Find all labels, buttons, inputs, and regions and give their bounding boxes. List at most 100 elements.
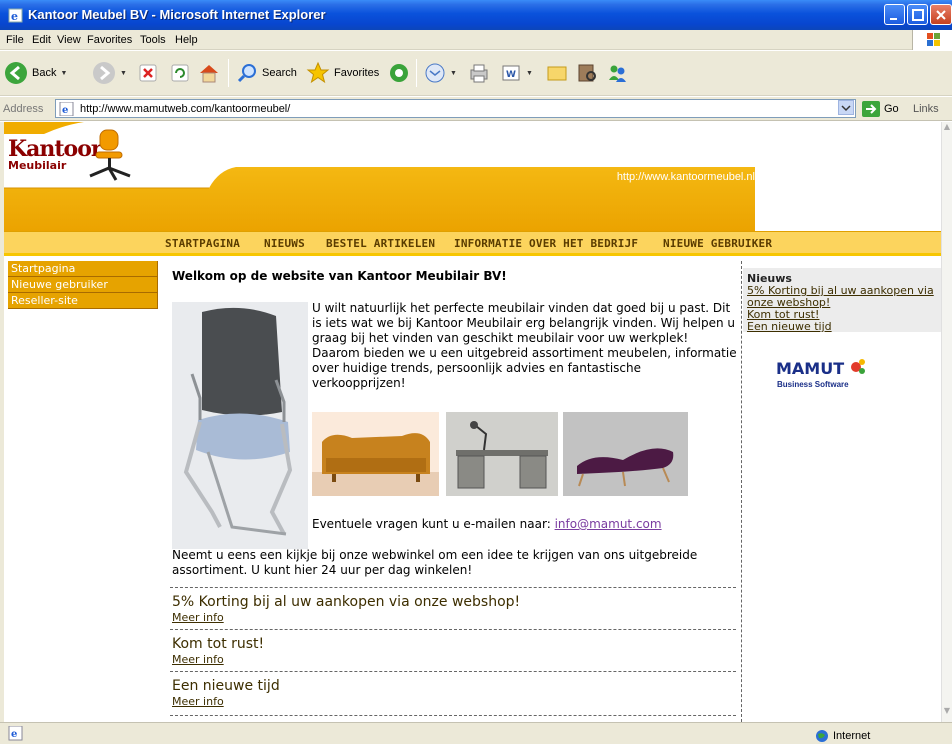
desk-photo — [446, 412, 558, 496]
refresh-icon — [171, 64, 189, 82]
research-button[interactable] — [576, 57, 598, 89]
menu-edit[interactable]: Edit — [32, 34, 51, 46]
address-input[interactable]: e http://www.mamutweb.com/kantoormeubel/ — [55, 99, 856, 118]
windows-logo — [912, 30, 952, 50]
messenger-button[interactable] — [606, 57, 628, 89]
back-button[interactable]: Back ▼ — [4, 57, 67, 89]
nav-nieuws[interactable]: NIEUWS — [264, 237, 305, 250]
meer-info-link[interactable]: Meer info — [172, 653, 736, 666]
top-navigation: STARTPAGINA NIEUWS BESTEL ARTIKELEN INFO… — [4, 231, 941, 256]
menu-favorites[interactable]: Favorites — [87, 34, 132, 46]
print-button[interactable] — [468, 57, 490, 89]
menu-tools[interactable]: Tools — [140, 34, 166, 46]
ie-page-icon: e — [59, 102, 74, 116]
email-prefix: Eventuele vragen kunt u e-mailen naar: — [312, 517, 551, 531]
close-icon — [936, 10, 946, 20]
menu-help[interactable]: Help — [175, 34, 198, 46]
menu-file[interactable]: File — [6, 34, 24, 46]
go-button[interactable]: Go — [862, 101, 899, 117]
toolbar-separator — [416, 59, 417, 87]
sidebar-item-nieuwe-gebruiker[interactable]: Nieuwe gebruiker — [8, 277, 158, 293]
svg-text:e: e — [11, 10, 18, 23]
ie-page-icon: e — [8, 8, 23, 23]
intro-text: U wilt natuurlijk het perfecte meubilair… — [312, 301, 737, 390]
news-title: 5% Korting bij al uw aankopen via onze w… — [172, 594, 521, 610]
scroll-up-icon[interactable]: ▲ — [942, 122, 952, 138]
scroll-down-icon[interactable]: ▼ — [942, 706, 952, 722]
minimize-icon — [890, 18, 897, 20]
links-button[interactable]: Links — [913, 103, 939, 115]
news-sidebar-box: Nieuws 5% Korting bij al uw aankopen via… — [743, 268, 941, 333]
email-link[interactable]: info@mamut.com — [555, 517, 662, 531]
news-item: 5% Korting bij al uw aankopen via onze w… — [170, 587, 736, 624]
search-button[interactable]: Search — [236, 57, 297, 89]
window-title: Kantoor Meubel BV - Microsoft Internet E… — [28, 7, 326, 22]
banner-url: http://www.kantoormeubel.nl — [616, 171, 755, 183]
sofa-photo — [312, 412, 439, 496]
edit-button[interactable]: W ▼ — [500, 57, 533, 89]
minimize-button[interactable] — [884, 4, 905, 25]
sidebar-item-reseller-site[interactable]: Reseller-site — [8, 293, 158, 309]
news-title: Een nieuwe tijd — [172, 678, 280, 694]
window-titlebar[interactable]: e Kantoor Meubel BV - Microsoft Internet… — [0, 0, 952, 30]
page-title: Welkom op de website van Kantoor Meubila… — [172, 269, 507, 283]
news-item: Kom tot rust! Meer info — [170, 629, 736, 666]
mamut-subtitle: Business Software — [777, 380, 849, 389]
vertical-scrollbar[interactable]: ▲ ▼ — [941, 122, 952, 722]
maximize-icon — [912, 9, 924, 21]
menu-view[interactable]: View — [57, 34, 81, 46]
nav-startpagina[interactable]: STARTPAGINA — [165, 237, 240, 250]
back-arrow-icon — [5, 62, 27, 84]
nav-bestel-artikelen[interactable]: BESTEL ARTIKELEN — [326, 237, 435, 250]
chevron-down-icon: ▼ — [526, 69, 533, 77]
refresh-button[interactable] — [170, 57, 190, 89]
nav-nieuwe-gebruiker[interactable]: NIEUWE GEBRUIKER — [663, 237, 772, 250]
nav-informatie[interactable]: INFORMATIE OVER HET BEDRIJF — [454, 237, 638, 250]
chevron-down-icon: ▼ — [60, 69, 68, 77]
logo-swoosh — [4, 122, 84, 134]
svg-text:e: e — [11, 729, 17, 740]
messenger-icon — [609, 65, 626, 82]
meer-info-link[interactable]: Meer info — [172, 611, 736, 624]
media-button[interactable] — [388, 57, 410, 89]
discuss-button[interactable] — [546, 57, 568, 89]
toolbar-separator — [228, 59, 229, 87]
meer-info-link[interactable]: Meer info — [172, 695, 736, 708]
address-dropdown-button[interactable] — [838, 100, 854, 115]
svg-text:e: e — [62, 105, 68, 116]
favorites-button[interactable]: Favorites — [306, 57, 379, 89]
forward-button[interactable]: ▼ — [92, 57, 127, 89]
chaise-longue-photo — [563, 412, 688, 496]
news-sidebar-link[interactable]: 5% Korting bij al uw aankopen via onze w… — [747, 285, 937, 309]
stop-icon — [139, 64, 157, 82]
news-sidebar-link[interactable]: Een nieuwe tijd — [747, 321, 937, 333]
go-arrow-icon — [862, 101, 880, 117]
favorites-star-icon — [306, 61, 330, 84]
windows-flag-icon — [927, 33, 940, 46]
address-url: http://www.mamutweb.com/kantoormeubel/ — [80, 103, 291, 115]
email-line: Eventuele vragen kunt u e-mailen naar: i… — [312, 517, 662, 531]
svg-text:W: W — [506, 70, 516, 80]
folder-icon — [547, 66, 567, 81]
stop-button[interactable] — [138, 57, 158, 89]
maximize-button[interactable] — [907, 4, 928, 25]
close-button[interactable] — [930, 4, 952, 25]
status-bar: e Internet — [0, 722, 952, 744]
page-viewport: Kantoor Meubilair http://www.kantoormeub… — [4, 122, 941, 722]
globe-icon — [816, 730, 828, 742]
news-title: Kom tot rust! — [172, 636, 265, 652]
ie-page-icon: e — [8, 726, 23, 741]
column-divider — [741, 261, 742, 722]
sidebar-item-startpagina[interactable]: Startpagina — [8, 261, 158, 277]
forward-arrow-icon — [93, 62, 115, 84]
home-button[interactable] — [198, 57, 220, 89]
security-zone: Internet — [815, 729, 870, 743]
word-edit-icon: W — [502, 65, 520, 81]
address-label: Address — [3, 103, 44, 115]
mail-icon — [425, 63, 445, 83]
mail-button[interactable]: ▼ — [424, 57, 457, 89]
media-icon — [390, 64, 408, 82]
left-sidebar: Startpagina Nieuwe gebruiker Reseller-si… — [8, 261, 158, 309]
mamut-logo[interactable]: MAMUT — [776, 357, 866, 397]
chevron-down-icon: ▼ — [120, 69, 127, 77]
